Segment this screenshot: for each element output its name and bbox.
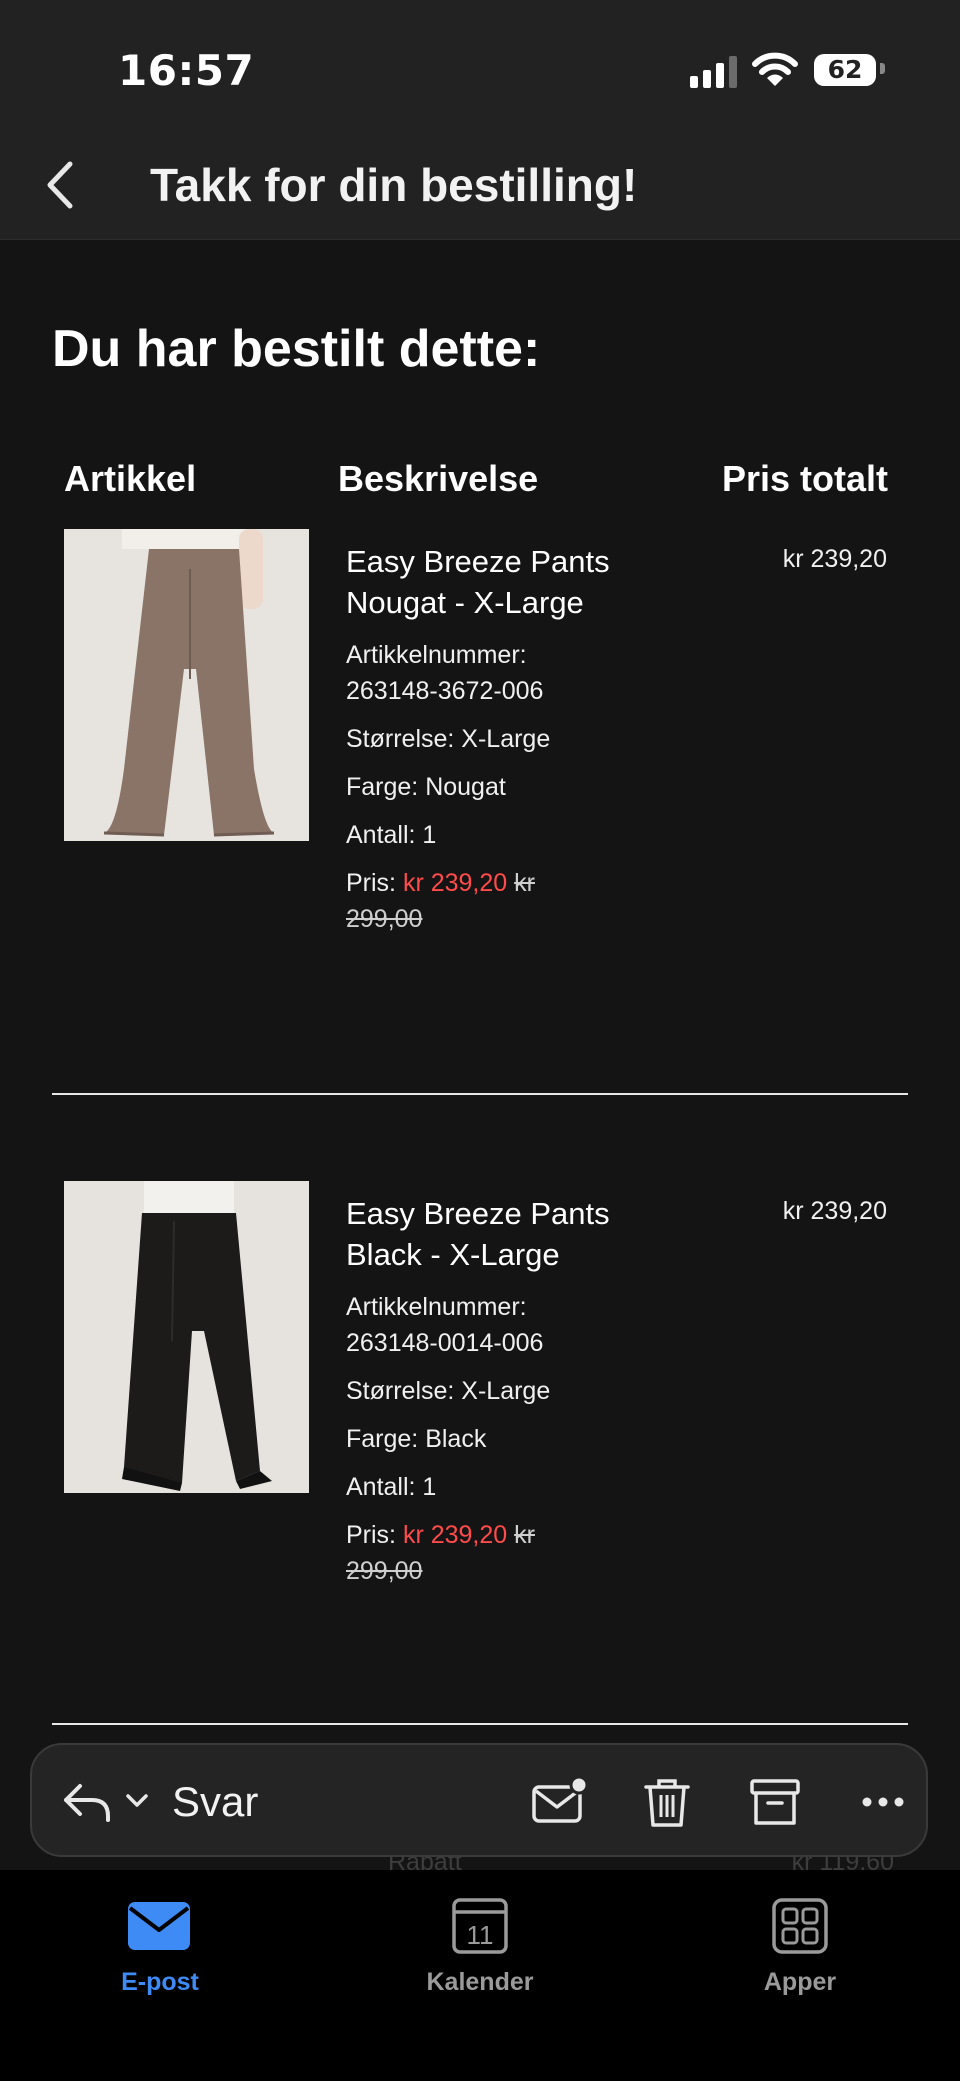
status-bar: 16:57 62 xyxy=(0,0,960,120)
quantity: Antall: 1 xyxy=(346,1473,437,1501)
column-header-article: Artikkel xyxy=(64,458,197,499)
mail-header: Takk for din bestilling! xyxy=(0,120,960,240)
item-divider xyxy=(52,1723,908,1725)
product-image-black-pants[interactable] xyxy=(64,1181,309,1493)
mail-action-toolbar: Svar xyxy=(30,1743,928,1857)
tab-calendar[interactable]: 11 Kalender xyxy=(390,1896,570,1997)
reply-button[interactable]: Svar xyxy=(172,1778,258,1826)
price-sale: kr 239,20 xyxy=(402,869,508,897)
battery-nub xyxy=(880,63,885,74)
back-chevron-icon[interactable] xyxy=(42,158,78,212)
article-number: Artikkelnummer: 263148-0014-006 xyxy=(346,1289,616,1361)
item-total-price: kr 239,20 xyxy=(782,545,887,573)
column-header-description: Beskrivelse xyxy=(338,458,539,499)
tab-label-mail: E-post xyxy=(121,1968,199,1996)
product-image-nougat-pants[interactable] xyxy=(64,529,309,841)
item-description: Easy Breeze Pants Nougat - X-Large Artik… xyxy=(346,541,616,937)
mail-icon xyxy=(128,1902,190,1950)
reply-icon[interactable] xyxy=(62,1778,112,1824)
tab-mail[interactable]: E-post xyxy=(70,1896,250,1997)
column-header-total: Pris totalt xyxy=(721,458,888,499)
price-label: Pris: xyxy=(346,1521,396,1549)
color: Farge: Black xyxy=(346,1425,487,1453)
tab-apps[interactable]: Apper xyxy=(710,1896,890,1997)
product-name: Easy Breeze Pants Nougat - X-Large xyxy=(346,544,610,620)
item-divider xyxy=(52,1093,908,1095)
price-label: Pris: xyxy=(346,869,396,897)
tab-label-apps: Apper xyxy=(763,1968,837,1996)
calendar-day: 11 xyxy=(467,1920,494,1950)
status-time: 16:57 xyxy=(118,46,255,95)
article-number: Artikkelnummer: 263148-3672-006 xyxy=(346,637,616,709)
chevron-down-icon[interactable] xyxy=(124,1791,150,1811)
battery-level: 62 xyxy=(827,55,863,84)
quantity: Antall: 1 xyxy=(346,821,437,849)
price: Pris: kr 239,20 kr 299,00 xyxy=(346,865,616,937)
article-number-label: Artikkelnummer: xyxy=(346,641,527,669)
article-number-value: 263148-3672-006 xyxy=(346,677,544,705)
apps-grid-icon xyxy=(772,1898,828,1954)
trash-icon[interactable] xyxy=(638,1773,696,1831)
wifi-icon xyxy=(752,52,798,86)
color: Farge: Nougat xyxy=(346,773,506,801)
tab-bar: E-post 11 Kalender Apper xyxy=(0,1870,960,2081)
item-description: Easy Breeze Pants Black - X-Large Artikk… xyxy=(346,1193,616,1589)
battery-icon: 62 xyxy=(814,54,876,86)
mark-unread-icon[interactable] xyxy=(530,1773,588,1831)
price-sale: kr 239,20 xyxy=(402,1521,508,1549)
item-total-price: kr 239,20 xyxy=(782,1197,887,1225)
size: Størrelse: X-Large xyxy=(346,1377,551,1405)
article-number-label: Artikkelnummer: xyxy=(346,1293,527,1321)
order-section-title: Du har bestilt dette: xyxy=(52,320,541,378)
size: Størrelse: X-Large xyxy=(346,725,551,753)
archive-icon[interactable] xyxy=(746,1773,804,1831)
email-subject: Takk for din bestilling! xyxy=(150,159,638,211)
tab-label-calendar: Kalender xyxy=(426,1968,534,1996)
product-name: Easy Breeze Pants Black - X-Large xyxy=(346,1196,610,1272)
article-number-value: 263148-0014-006 xyxy=(346,1329,544,1357)
calendar-icon: 11 xyxy=(452,1898,508,1954)
more-icon[interactable] xyxy=(854,1773,912,1831)
price: Pris: kr 239,20 kr 299,00 xyxy=(346,1517,616,1589)
signal-icon xyxy=(690,56,737,88)
